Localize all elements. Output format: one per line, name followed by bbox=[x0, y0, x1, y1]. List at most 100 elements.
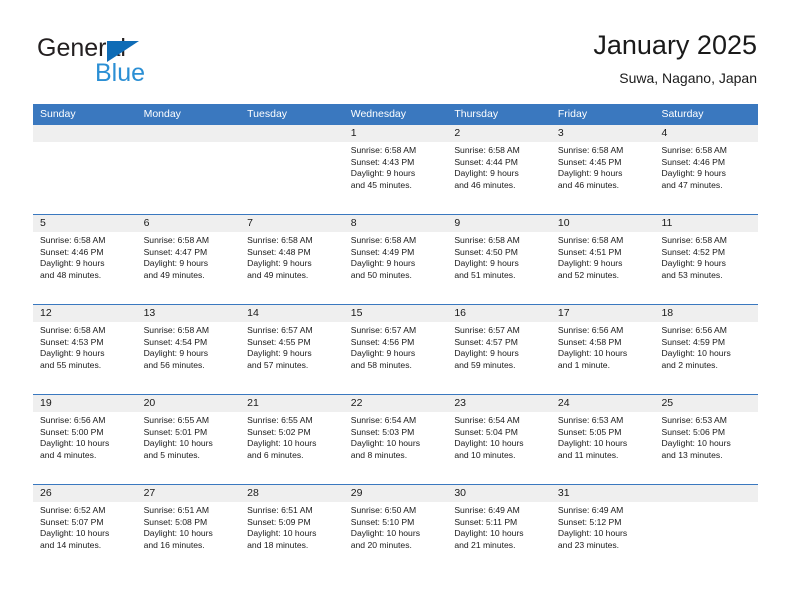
day-number: 23 bbox=[454, 397, 466, 409]
calendar-day-cell-empty bbox=[654, 485, 759, 574]
day-number-band: 17 bbox=[550, 305, 655, 322]
daylight-text-line2: and 4 minutes. bbox=[40, 449, 97, 460]
calendar-day-cell[interactable]: 19 Sunrise: 6:56 AM Sunset: 5:00 PM Dayligh… bbox=[33, 395, 137, 484]
calendar-day-cell[interactable]: 20 Sunrise: 6:55 AM Sunset: 5:01 PM Dayligh… bbox=[136, 395, 241, 484]
calendar-week-row: 1 Sunrise: 6:58 AM Sunset: 4:43 PM Daylight… bbox=[33, 125, 759, 214]
day-number: 7 bbox=[247, 217, 253, 229]
sunset-text: Sunset: 4:50 PM bbox=[454, 246, 518, 257]
sunrise-text: Sunrise: 6:58 AM bbox=[661, 235, 727, 245]
calendar-day-cell[interactable]: 22 Sunrise: 6:54 AM Sunset: 5:03 PM Dayligh… bbox=[343, 395, 448, 484]
calendar-day-cell[interactable]: 11 Sunrise: 6:58 AM Sunset: 4:52 PM Dayligh… bbox=[654, 215, 759, 304]
calendar-day-cell[interactable]: 1 Sunrise: 6:58 AM Sunset: 4:43 PM Daylight… bbox=[343, 125, 448, 214]
calendar-day-cell[interactable]: 31 Sunrise: 6:49 AM Sunset: 5:12 PM Dayligh… bbox=[550, 485, 655, 574]
day-number-band: 26 bbox=[33, 485, 137, 502]
calendar-day-cell[interactable]: 5 Sunrise: 6:58 AM Sunset: 4:46 PM Daylight… bbox=[33, 215, 137, 304]
calendar-day-cell[interactable]: 15 Sunrise: 6:57 AM Sunset: 4:56 PM Dayligh… bbox=[343, 305, 448, 394]
day-details: Sunrise: 6:57 AM Sunset: 4:55 PM Daylight:… bbox=[240, 322, 344, 371]
calendar-day-cell[interactable]: 4 Sunrise: 6:58 AM Sunset: 4:46 PM Daylight… bbox=[654, 125, 759, 214]
calendar-day-cell[interactable]: 13 Sunrise: 6:58 AM Sunset: 4:54 PM Dayligh… bbox=[136, 305, 241, 394]
sunrise-text: Sunrise: 6:56 AM bbox=[661, 325, 727, 335]
sunset-text: Sunset: 5:10 PM bbox=[350, 516, 415, 527]
calendar-day-cell[interactable]: 12 Sunrise: 6:58 AM Sunset: 4:53 PM Dayligh… bbox=[33, 305, 137, 394]
calendar-day-cell[interactable]: 6 Sunrise: 6:58 AM Sunset: 4:47 PM Daylight… bbox=[136, 215, 241, 304]
sunrise-text: Sunrise: 6:51 AM bbox=[143, 505, 210, 515]
calendar-day-cell[interactable]: 7 Sunrise: 6:58 AM Sunset: 4:48 PM Daylight… bbox=[240, 215, 344, 304]
daylight-text-line2: and 57 minutes. bbox=[247, 359, 309, 370]
calendar-day-cell[interactable]: 30 Sunrise: 6:49 AM Sunset: 5:11 PM Dayligh… bbox=[447, 485, 551, 574]
daylight-text-line1: Daylight: 9 hours bbox=[454, 258, 519, 269]
calendar-week-row: 12 Sunrise: 6:58 AM Sunset: 4:53 PM Dayligh… bbox=[33, 304, 759, 394]
daylight-text-line2: and 48 minutes. bbox=[40, 269, 102, 280]
day-details: Sunrise: 6:56 AM Sunset: 4:58 PM Daylight:… bbox=[551, 322, 655, 371]
calendar-day-cell[interactable]: 23 Sunrise: 6:54 AM Sunset: 5:04 PM Dayligh… bbox=[447, 395, 551, 484]
daylight-text-line1: Daylight: 9 hours bbox=[557, 168, 623, 179]
day-number-band bbox=[654, 485, 759, 502]
calendar-day-cell[interactable]: 16 Sunrise: 6:57 AM Sunset: 4:57 PM Dayligh… bbox=[447, 305, 551, 394]
calendar-day-cell[interactable]: 3 Sunrise: 6:58 AM Sunset: 4:45 PM Daylight… bbox=[550, 125, 655, 214]
calendar-day-cell[interactable]: 24 Sunrise: 6:53 AM Sunset: 5:05 PM Dayligh… bbox=[550, 395, 655, 484]
calendar-day-cell[interactable]: 17 Sunrise: 6:56 AM Sunset: 4:58 PM Dayligh… bbox=[550, 305, 655, 394]
daylight-text-line1: Daylight: 9 hours bbox=[350, 168, 416, 179]
calendar-day-cell[interactable]: 8 Sunrise: 6:58 AM Sunset: 4:49 PM Daylight… bbox=[343, 215, 448, 304]
daylight-text-line1: Daylight: 10 hours bbox=[40, 438, 110, 449]
calendar-day-cell[interactable]: 14 Sunrise: 6:57 AM Sunset: 4:55 PM Dayligh… bbox=[240, 305, 344, 394]
daylight-text-line1: Daylight: 9 hours bbox=[350, 348, 416, 359]
calendar-day-cell[interactable]: 18 Sunrise: 6:56 AM Sunset: 4:59 PM Dayligh… bbox=[654, 305, 759, 394]
day-number: 15 bbox=[350, 307, 363, 319]
daylight-text-line2: and 13 minutes. bbox=[661, 449, 723, 460]
sunset-text: Sunset: 5:11 PM bbox=[454, 516, 518, 527]
daylight-text-line1: Daylight: 10 hours bbox=[557, 438, 628, 449]
sunset-text: Sunset: 4:48 PM bbox=[247, 246, 311, 257]
day-number: 19 bbox=[40, 397, 52, 409]
sunrise-text: Sunrise: 6:51 AM bbox=[247, 505, 313, 515]
sunset-text: Sunset: 4:45 PM bbox=[557, 156, 622, 167]
sunrise-text: Sunrise: 6:53 AM bbox=[557, 415, 624, 425]
sunset-text: Sunset: 5:02 PM bbox=[247, 426, 311, 437]
sunset-text: Sunset: 5:12 PM bbox=[557, 516, 622, 527]
day-details: Sunrise: 6:58 AM Sunset: 4:50 PM Daylight:… bbox=[447, 232, 551, 281]
day-details: Sunrise: 6:58 AM Sunset: 4:54 PM Daylight:… bbox=[137, 322, 241, 371]
sunrise-text: Sunrise: 6:58 AM bbox=[40, 325, 106, 335]
calendar-day-cell[interactable]: 25 Sunrise: 6:53 AM Sunset: 5:06 PM Dayligh… bbox=[654, 395, 759, 484]
day-details: Sunrise: 6:54 AM Sunset: 5:03 PM Daylight:… bbox=[344, 412, 448, 461]
day-details: Sunrise: 6:58 AM Sunset: 4:49 PM Daylight:… bbox=[344, 232, 448, 281]
calendar-day-cell[interactable]: 10 Sunrise: 6:58 AM Sunset: 4:51 PM Dayligh… bbox=[550, 215, 655, 304]
daylight-text-line1: Daylight: 10 hours bbox=[247, 438, 317, 449]
daylight-text-line2: and 56 minutes. bbox=[143, 359, 205, 370]
day-details: Sunrise: 6:49 AM Sunset: 5:12 PM Daylight:… bbox=[551, 502, 655, 551]
calendar-day-cell[interactable]: 28 Sunrise: 6:51 AM Sunset: 5:09 PM Dayligh… bbox=[240, 485, 344, 574]
day-number-band: 22 bbox=[343, 395, 448, 412]
calendar-week-row: 5 Sunrise: 6:58 AM Sunset: 4:46 PM Daylight… bbox=[33, 214, 759, 304]
daylight-text-line2: and 2 minutes. bbox=[661, 359, 718, 370]
sunrise-text: Sunrise: 6:58 AM bbox=[247, 235, 313, 245]
day-number-band: 20 bbox=[136, 395, 241, 412]
calendar-day-cell[interactable]: 2 Sunrise: 6:58 AM Sunset: 4:44 PM Daylight… bbox=[447, 125, 551, 214]
sunset-text: Sunset: 5:07 PM bbox=[40, 516, 104, 527]
sunrise-text: Sunrise: 6:57 AM bbox=[247, 325, 313, 335]
calendar-day-cell[interactable]: 9 Sunrise: 6:58 AM Sunset: 4:50 PM Daylight… bbox=[447, 215, 551, 304]
sunrise-text: Sunrise: 6:56 AM bbox=[40, 415, 106, 425]
sunrise-text: Sunrise: 6:58 AM bbox=[40, 235, 106, 245]
day-number: 5 bbox=[40, 217, 46, 229]
day-details: Sunrise: 6:58 AM Sunset: 4:51 PM Daylight:… bbox=[551, 232, 655, 281]
sunrise-text: Sunrise: 6:58 AM bbox=[350, 145, 417, 155]
day-number-band: 1 bbox=[343, 125, 448, 142]
day-number-band: 28 bbox=[240, 485, 344, 502]
daylight-text-line1: Daylight: 10 hours bbox=[143, 528, 213, 539]
weekday-header-monday: Monday bbox=[143, 108, 181, 120]
calendar-day-cell[interactable]: 21 Sunrise: 6:55 AM Sunset: 5:02 PM Dayligh… bbox=[240, 395, 344, 484]
calendar-day-cell-empty bbox=[136, 125, 241, 214]
general-blue-logo[interactable]: General Blue bbox=[35, 34, 255, 90]
weekday-header-wednesday: Wednesday bbox=[350, 108, 406, 120]
day-number: 26 bbox=[40, 487, 52, 499]
calendar-day-cell[interactable]: 29 Sunrise: 6:50 AM Sunset: 5:10 PM Dayligh… bbox=[343, 485, 448, 574]
calendar-day-cell[interactable]: 26 Sunrise: 6:52 AM Sunset: 5:07 PM Dayligh… bbox=[33, 485, 137, 574]
day-number: 29 bbox=[350, 487, 363, 499]
day-number: 31 bbox=[557, 487, 570, 499]
daylight-text-line2: and 50 minutes. bbox=[350, 269, 412, 280]
daylight-text-line1: Daylight: 9 hours bbox=[557, 258, 623, 269]
calendar-day-cell[interactable]: 27 Sunrise: 6:51 AM Sunset: 5:08 PM Dayligh… bbox=[136, 485, 241, 574]
day-number-band bbox=[136, 125, 241, 142]
daylight-text-line1: Daylight: 9 hours bbox=[454, 168, 519, 179]
day-details: Sunrise: 6:58 AM Sunset: 4:53 PM Daylight:… bbox=[33, 322, 137, 371]
